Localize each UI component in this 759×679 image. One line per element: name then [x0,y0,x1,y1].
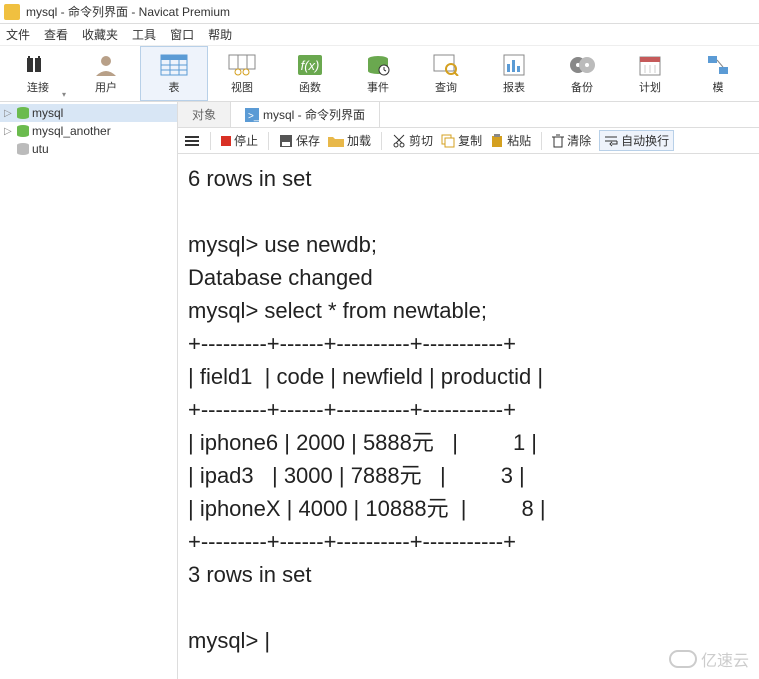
menu-window[interactable]: 窗口 [170,26,194,43]
load-button[interactable]: 加载 [328,132,371,149]
menu-bar: 文件 查看 收藏夹 工具 窗口 帮助 [0,24,759,46]
save-button[interactable]: 保存 [279,132,320,149]
toolbar-user[interactable]: 用户 [72,46,140,101]
terminal-icon: >_ [245,108,259,122]
toolbar-function[interactable]: f(x) 函数 [276,46,344,101]
tree-node-utu[interactable]: utu [0,140,177,158]
toolbar-plan[interactable]: 计划 [616,46,684,101]
tree-label: mysql [32,106,63,120]
toolbar-view[interactable]: 视图 [208,46,276,101]
menu-file[interactable]: 文件 [6,26,30,43]
tree-label: utu [32,142,49,156]
app-icon [4,4,20,20]
user-icon [92,53,120,77]
console-output[interactable]: 6 rows in set mysql> use newdb; Database… [178,154,759,679]
menu-help[interactable]: 帮助 [208,26,232,43]
autowrap-toggle[interactable]: 自动换行 [599,130,674,151]
backup-icon [568,53,596,77]
trash-icon [552,134,564,148]
toolbar-connect[interactable]: 连接▾ [4,46,72,101]
chevron-down-icon: ▾ [62,90,66,99]
save-icon [279,134,293,148]
toolbar-event[interactable]: 事件 [344,46,412,101]
wrap-icon [604,135,618,147]
clear-button[interactable]: 清除 [552,132,591,149]
menu-view[interactable]: 查看 [44,26,68,43]
function-icon: f(x) [296,53,324,77]
cloud-icon [669,650,697,668]
menu-favorites[interactable]: 收藏夹 [82,26,118,43]
svg-text:f(x): f(x) [301,58,320,73]
watermark: 亿速云 [669,647,749,671]
calendar-icon [636,53,664,77]
report-icon [500,53,528,77]
cut-button[interactable]: 剪切 [392,132,433,149]
tree-node-mysql-another[interactable]: ▷ mysql_another [0,122,177,140]
expand-icon[interactable]: ▷ [4,126,14,137]
tree-node-mysql[interactable]: ▷ mysql [0,104,177,122]
main-area: 对象 >_ mysql - 命令列界面 停止 保存 加载 剪切 复制 粘贴 清除… [178,102,759,679]
tree-label: mysql_another [32,124,111,138]
database-icon [16,124,30,138]
view-icon [228,53,256,77]
query-icon [432,53,460,77]
connection-tree: ▷ mysql ▷ mysql_another utu [0,102,178,679]
database-icon [16,142,30,156]
paste-icon [490,134,504,148]
table-icon [160,53,188,77]
expand-icon[interactable]: ▷ [4,108,14,119]
tab-bar: 对象 >_ mysql - 命令列界面 [178,102,759,128]
cli-toolbar: 停止 保存 加载 剪切 复制 粘贴 清除 自动换行 [178,128,759,154]
tab-cli[interactable]: >_ mysql - 命令列界面 [231,102,380,127]
paste-button[interactable]: 粘贴 [490,132,531,149]
toolbar-report[interactable]: 报表 [480,46,548,101]
folder-icon [328,135,344,147]
toolbar-model[interactable]: 模 [684,46,752,101]
stop-icon [221,136,231,146]
toolbar-query[interactable]: 查询 [412,46,480,101]
copy-button[interactable]: 复制 [441,132,482,149]
event-icon [364,53,392,77]
database-icon [16,106,30,120]
hamburger-icon[interactable] [184,134,200,148]
svg-text:>_: >_ [248,111,259,122]
plug-icon [24,53,52,77]
model-icon [704,53,732,77]
main-toolbar: 连接▾ 用户 表 视图 f(x) 函数 事件 查询 报表 备份 计划 模 [0,46,759,102]
copy-icon [441,134,455,148]
title-bar: mysql - 命令列界面 - Navicat Premium [0,0,759,24]
toolbar-table[interactable]: 表 [140,46,208,101]
scissors-icon [392,134,406,148]
tab-objects[interactable]: 对象 [178,102,231,127]
stop-button[interactable]: 停止 [221,132,258,149]
toolbar-backup[interactable]: 备份 [548,46,616,101]
menu-tools[interactable]: 工具 [132,26,156,43]
window-title: mysql - 命令列界面 - Navicat Premium [26,3,230,20]
